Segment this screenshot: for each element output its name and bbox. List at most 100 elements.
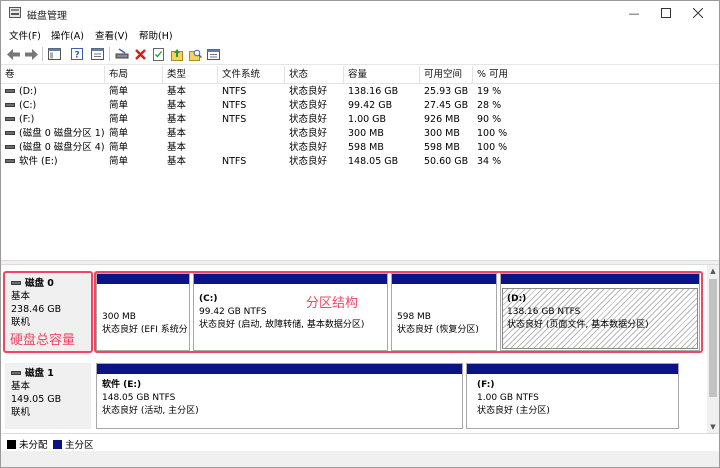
primary-partition-bar: [467, 364, 678, 374]
cell-status: 状态良好: [289, 114, 328, 125]
volume-name: (D:): [19, 86, 37, 97]
cell-layout: 简单: [109, 114, 129, 125]
cell-layout: 简单: [109, 128, 129, 139]
volume-name: (C:): [19, 100, 37, 111]
column-header-free-space[interactable]: 可用空间: [420, 66, 473, 84]
toolbar: ?: [1, 43, 719, 65]
import-button[interactable]: [169, 46, 185, 62]
disk-graphical-view: 磁盘 0 基本 238.46 GB 联机 硬盘总容量 300 MB 状态良好 (E…: [1, 265, 707, 433]
scrollbar-thumb[interactable]: [709, 279, 717, 397]
disk-view-scrollbar[interactable]: ▲ ▼: [707, 265, 719, 433]
forward-button[interactable]: [23, 46, 39, 62]
minimize-icon: —: [628, 6, 640, 20]
legend-primary-label: 主分区: [65, 440, 94, 451]
cell-capacity: 300 MB: [348, 128, 384, 139]
cell-type: 基本: [167, 142, 187, 153]
cell-status: 状态良好: [289, 142, 328, 153]
menu-view[interactable]: 查看(V): [95, 28, 128, 42]
table-row[interactable]: (C:) 简单 基本 NTFS 状态良好 99.42 GB 27.45 GB 28 %: [1, 99, 719, 113]
cell-percent-free: 100 %: [477, 142, 508, 153]
menu-file[interactable]: 文件(F): [9, 28, 41, 42]
scroll-up-arrow-icon[interactable]: ▲: [707, 265, 719, 277]
console-tree-icon: [47, 48, 61, 60]
properties-icon: [90, 48, 104, 60]
scroll-down-arrow-icon[interactable]: ▼: [707, 421, 719, 433]
disk-1-partition-e[interactable]: 软件 (E:) 148.05 GB NTFS 状态良好 (活动, 主分区): [96, 363, 463, 429]
cell-capacity: 148.05 GB: [348, 156, 399, 167]
delete-button[interactable]: [132, 46, 148, 62]
table-row[interactable]: (磁盘 0 磁盘分区 4) 简单 基本 状态良好 598 MB 598 MB 100 %: [1, 141, 719, 155]
cell-percent-free: 28 %: [477, 100, 502, 111]
toolbar-separator: [42, 47, 43, 61]
table-row[interactable]: (F:) 简单 基本 NTFS 状态良好 1.00 GB 926 MB 90 %: [1, 113, 719, 127]
table-row[interactable]: (磁盘 0 磁盘分区 1) 简单 基本 状态良好 300 MB 300 MB 100 %: [1, 127, 719, 141]
properties-button[interactable]: [89, 46, 105, 62]
cell-filesystem: NTFS: [222, 156, 247, 167]
minimize-button[interactable]: —: [617, 1, 651, 25]
cell-capacity: 598 MB: [348, 142, 384, 153]
cell-volume: (F:): [5, 113, 34, 127]
volume-name: 软件 (E:): [19, 156, 58, 167]
disk-connect-icon: [115, 48, 129, 59]
primary-partition-swatch-icon: [53, 439, 62, 449]
forward-arrow-icon: [24, 48, 38, 60]
column-header-filesystem[interactable]: 文件系统: [218, 66, 285, 84]
check-button[interactable]: [150, 46, 166, 62]
back-arrow-icon: [6, 48, 20, 60]
disk-management-app-icon: [9, 7, 21, 18]
partition-status: 状态良好 (主分区): [477, 406, 550, 416]
back-button[interactable]: [5, 46, 21, 62]
column-header-type[interactable]: 类型: [163, 66, 218, 84]
disk-1-state: 联机: [11, 407, 31, 418]
cell-layout: 简单: [109, 100, 129, 111]
cell-percent-free: 19 %: [477, 86, 502, 97]
column-header-layout[interactable]: 布局: [105, 66, 163, 84]
help-button[interactable]: ?: [69, 46, 85, 62]
disk-icon: [11, 370, 21, 375]
cell-free-space: 300 MB: [424, 128, 460, 139]
volume-icon: [5, 102, 15, 107]
column-header-percent-free[interactable]: % 可用: [473, 66, 719, 84]
connect-virtual-disk-button[interactable]: [114, 46, 130, 62]
cell-volume: (D:): [5, 85, 37, 99]
cell-percent-free: 90 %: [477, 114, 502, 125]
volume-name: (F:): [19, 114, 35, 125]
cell-capacity: 1.00 GB: [348, 114, 387, 125]
cell-filesystem: NTFS: [222, 114, 247, 125]
menu-action[interactable]: 操作(A): [51, 28, 84, 42]
maximize-button[interactable]: [649, 1, 683, 25]
cell-status: 状态良好: [289, 100, 328, 111]
volume-list-header: 卷 布局 类型 文件系统 状态 容量 可用空间 % 可用: [1, 66, 719, 84]
cell-volume: (磁盘 0 磁盘分区 1): [5, 127, 105, 141]
cell-layout: 简单: [109, 156, 129, 167]
close-button[interactable]: [681, 1, 715, 25]
cell-percent-free: 100 %: [477, 128, 508, 139]
table-row[interactable]: (D:) 简单 基本 NTFS 状态良好 138.16 GB 25.93 GB 19 %: [1, 85, 719, 99]
annotation-box-total-capacity: [3, 271, 93, 353]
column-header-status[interactable]: 状态: [285, 66, 344, 84]
disk-1-type: 基本: [11, 381, 31, 392]
legend: 未分配 主分区: [1, 433, 719, 451]
folder-up-icon: [171, 48, 183, 61]
disk-1-info[interactable]: 磁盘 1 基本 149.05 GB 联机: [5, 363, 91, 429]
status-bar: [1, 451, 719, 467]
svg-text:?: ?: [75, 51, 80, 61]
menu-help[interactable]: 帮助(H): [139, 28, 173, 42]
cell-layout: 简单: [109, 86, 129, 97]
column-header-capacity[interactable]: 容量: [344, 66, 420, 84]
annotation-box-partition-structure: [94, 271, 703, 353]
disk-1-name: 磁盘 1: [25, 368, 54, 379]
window-list-icon: [206, 48, 220, 60]
primary-partition-bar: [97, 364, 462, 374]
search-button[interactable]: [187, 46, 203, 62]
title-bar: 磁盘管理 —: [1, 1, 719, 25]
view-button[interactable]: [205, 46, 221, 62]
volume-icon: [5, 144, 15, 149]
column-header-volume[interactable]: 卷: [1, 66, 105, 84]
table-row[interactable]: 软件 (E:) 简单 基本 NTFS 状态良好 148.05 GB 50.60 GB 34 %: [1, 155, 719, 169]
show-hide-console-tree-button[interactable]: [46, 46, 62, 62]
maximize-icon: [661, 8, 671, 18]
legend-primary: 主分区: [53, 437, 94, 451]
disk-1-partition-f[interactable]: (F:) 1.00 GB NTFS 状态良好 (主分区): [466, 363, 679, 429]
partition-label: (F:): [477, 380, 495, 390]
